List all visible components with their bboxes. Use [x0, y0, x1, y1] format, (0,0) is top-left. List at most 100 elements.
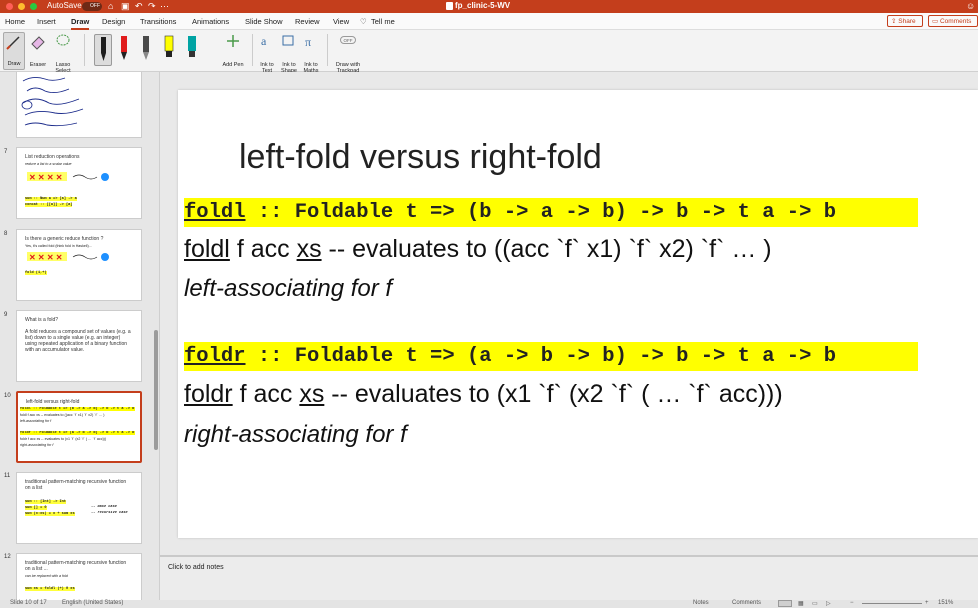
tab-view[interactable]: View [333, 17, 349, 26]
thumbnail-title: List reduction operations [25, 154, 80, 160]
highlighter-yellow[interactable] [161, 34, 179, 66]
notes-toggle[interactable]: Notes [693, 600, 709, 606]
foldr-evaluation[interactable]: foldr f acc xs -- evaluates to (x1 `f` (… [184, 380, 783, 409]
tab-draw[interactable]: Draw [71, 17, 90, 30]
slideshow-icon[interactable]: ▷ [826, 600, 831, 607]
current-slide[interactable]: left-fold versus right-fold foldl :: Fol… [178, 90, 978, 538]
slide-thumbnail-7[interactable]: List reduction operations reduce a list … [16, 147, 142, 219]
black-pen-icon [101, 37, 106, 61]
home-icon[interactable]: ⌂ [108, 1, 113, 11]
comments-toggle[interactable]: Comments [732, 600, 761, 606]
foldl-xs: xs [296, 235, 322, 263]
slide-title[interactable]: left-fold versus right-fold [239, 138, 602, 177]
normal-view-icon[interactable] [778, 600, 792, 607]
slide-sorter-icon[interactable]: ▦ [798, 600, 804, 607]
thumbnail-number: 11 [4, 473, 11, 479]
add-pen-label: Add Pen [222, 62, 244, 68]
autosave-toggle[interactable]: OFF [82, 2, 102, 11]
foldr-args: f acc [232, 380, 300, 408]
highlighter-teal[interactable] [184, 34, 202, 66]
thumbnail-code: sum (x:xs) = x + sum xs [25, 512, 75, 516]
handwritten-ink [21, 76, 84, 127]
minimize-window-icon[interactable] [18, 3, 25, 10]
comments-button[interactable]: ▭ Comments [928, 15, 978, 27]
more-icon[interactable]: ⋯ [160, 1, 169, 12]
maximize-window-icon[interactable] [30, 3, 37, 10]
zoom-out-icon[interactable]: − [850, 600, 854, 606]
foldr-name: foldr [184, 345, 246, 368]
draw-with-trackpad-button[interactable]: OFF Draw with Trackpad [332, 32, 364, 74]
thumbnail-code: sum :: Num a => [a] -> a [25, 197, 77, 201]
foldr-fn: foldr [184, 380, 233, 408]
ink-to-maths-button[interactable]: π Ink to Maths [300, 32, 322, 74]
foldl-description[interactable]: left-associating for f [184, 275, 392, 303]
draw-ribbon: Draw Eraser Lasso Select Add Pen a Ink t… [0, 30, 978, 74]
notes-pane[interactable]: Click to add notes [160, 555, 978, 600]
foldr-signature[interactable]: foldr :: Foldable t => (a -> b -> b) -> … [184, 342, 918, 371]
thumbnail-foldl-fn: foldl [20, 413, 27, 417]
autosave-label: AutoSave [47, 1, 82, 10]
thumbnail-scrollbar[interactable] [154, 330, 158, 450]
undo-icon[interactable]: ↶ [135, 1, 143, 12]
teal-highlighter-icon [188, 36, 196, 57]
thumbnail-number: 8 [4, 231, 8, 237]
tab-slide-show[interactable]: Slide Show [245, 17, 283, 26]
pen-pencil[interactable] [138, 34, 156, 66]
thumbnail-foldl-sig-rest: :: Foldable t => (b -> a -> b) -> b -> t… [30, 407, 135, 411]
tab-animations[interactable]: Animations [192, 17, 229, 26]
thumbnail-foldr-sig: foldr :: Foldable t => (a -> b -> b) -> … [20, 431, 135, 435]
tab-home[interactable]: Home [5, 17, 25, 26]
slide-thumbnail-6[interactable] [16, 72, 142, 138]
tab-design[interactable]: Design [102, 17, 125, 26]
draw-cursor-icon [6, 36, 20, 50]
slide-editor[interactable]: left-fold versus right-fold foldl :: Fol… [160, 72, 978, 552]
draw-tool-button[interactable]: Draw [3, 32, 25, 70]
slide-thumbnail-11[interactable]: traditional pattern-matching recursive f… [16, 472, 142, 544]
tab-insert[interactable]: Insert [37, 17, 56, 26]
slide-thumbnail-10[interactable]: left-fold versus right-fold foldl :: Fol… [16, 391, 142, 463]
foldr-description[interactable]: right-associating for f [184, 421, 407, 449]
pen-black[interactable] [94, 34, 112, 66]
tab-transitions[interactable]: Transitions [140, 17, 176, 26]
foldl-fn: foldl [184, 235, 230, 263]
zoom-slider[interactable] [862, 603, 922, 604]
zoom-in-icon[interactable]: + [925, 600, 929, 606]
save-icon[interactable]: ▣ [121, 1, 130, 12]
trackpad-toggle[interactable]: OFF [340, 36, 356, 44]
slide-thumbnail-9[interactable]: What is a fold? A fold reduces a compoun… [16, 310, 142, 382]
zoom-level[interactable]: 151% [938, 600, 953, 606]
pen-red[interactable] [116, 34, 134, 66]
reading-view-icon[interactable]: ▭ [812, 600, 818, 607]
thumbnail-comment: -- base case [91, 505, 117, 509]
thumbnail-foldl-eval-text: -- evaluates to ((acc `f` x1) `f` x2) `f… [39, 413, 105, 417]
thumbnail-subtitle: reduce a list to a scalar value [25, 162, 72, 166]
ink-to-text-button[interactable]: a Ink to Text [257, 32, 277, 74]
thumbnail-foldl-eval: foldl f acc xs -- evaluates to ((acc `f`… [20, 413, 135, 417]
thumbnail-subtitle: Yes, it's called fold (think fold in Has… [25, 244, 92, 248]
slide-thumbnail-8[interactable]: Is there a generic reduce function ? Yes… [16, 229, 142, 301]
red-pen-icon [121, 36, 127, 60]
title-bar: AutoSave OFF ⌂ ▣ ↶ ↷ ⋯ fp_clinic-5-WV ☺ [0, 0, 978, 13]
notes-placeholder[interactable]: Click to add notes [168, 564, 224, 571]
share-label: Share [898, 18, 916, 25]
eraser-button[interactable]: Eraser [27, 32, 49, 70]
foldl-signature[interactable]: foldl :: Foldable t => (b -> a -> b) -> … [184, 198, 918, 227]
redo-icon[interactable]: ↷ [148, 1, 156, 12]
thumbnail-foldr-name: foldr [20, 431, 31, 435]
ribbon-divider [327, 34, 328, 66]
thumbnail-foldr-eval-text: -- evaluates to (x1 `f` (x2 `f` ( … `f` … [40, 437, 107, 441]
slide-thumbnail-pane[interactable]: 7 List reduction operations reduce a lis… [0, 72, 160, 608]
language-indicator[interactable]: English (United States) [62, 600, 123, 606]
thumbnail-number: 12 [4, 554, 11, 560]
share-button[interactable]: ⇪ Share [887, 15, 923, 27]
account-icon[interactable]: ☺ [966, 1, 975, 11]
foldl-evaluation[interactable]: foldl f acc xs -- evaluates to ((acc `f`… [184, 235, 772, 264]
tab-review[interactable]: Review [295, 17, 320, 26]
tell-me-search[interactable]: Tell me [371, 17, 395, 26]
add-pen-button[interactable]: Add Pen [218, 32, 248, 70]
ink-to-shape-button[interactable]: Ink to Shape [279, 32, 299, 74]
close-window-icon[interactable] [6, 3, 13, 10]
lasso-select-button[interactable]: Lasso Select [51, 32, 75, 74]
thumbnail-foldl-mid: f acc [26, 413, 37, 417]
ribbon-tabs: Home Insert Draw Design Transitions Anim… [0, 13, 978, 30]
